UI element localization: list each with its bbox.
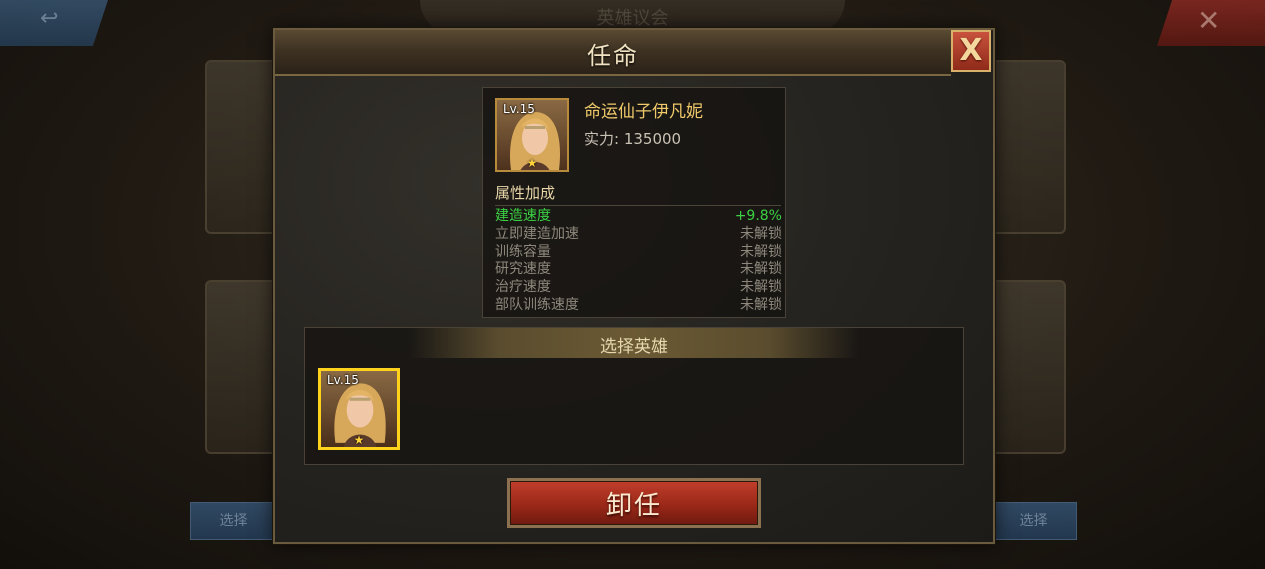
background-close-button: ✕ [1157,0,1265,46]
attribute-value: 未解锁 [740,279,782,296]
hero-slot-selected[interactable]: Lv.15 ★ [318,368,400,450]
background-header-title: 英雄议会 [596,8,669,29]
attribute-name: 治疗速度 [495,279,551,296]
hero-name: 命运仙子伊凡妮 [584,102,703,122]
close-button[interactable]: X [951,30,991,72]
attribute-row: 建造速度 +9.8% [495,208,782,226]
dismiss-button-label: 卸任 [605,490,662,521]
dialog-title: 任命 [587,42,639,70]
select-hero-panel: 选择英雄 Lv.15 ★ [304,327,964,465]
back-arrow-icon: ↩ [40,6,59,31]
background-card [205,280,279,454]
select-hero-title: 选择英雄 [600,337,668,357]
hero-info-panel: Lv.15 ★ 命运仙子伊凡妮 实力: 135000 属性加成 建造速度 +9.… [482,87,786,318]
background-card [992,280,1066,454]
star-icon: ★ [353,433,365,447]
hero-portrait: Lv.15 ★ [495,98,569,172]
attributes-list: 建造速度 +9.8% 立即建造加速 未解锁 训练容量 未解锁 研究速度 未解锁 … [495,208,782,315]
attribute-row: 立即建造加速 未解锁 [495,226,782,244]
attribute-name: 建造速度 [495,208,551,224]
attribute-value: 未解锁 [740,225,782,242]
attribute-name: 立即建造加速 [495,225,579,242]
appoint-dialog: 任命 X Lv.15 ★ 命运仙子伊凡妮 实力: 135000 属性加成 建造速… [273,28,995,544]
hero-power: 实力: 135000 [584,128,681,149]
background-select-button: 选择 [190,502,277,540]
power-value: 135000 [623,130,682,148]
attribute-row: 部队训练速度 未解锁 [495,297,782,315]
attribute-value: 未解锁 [740,296,782,313]
close-icon: X [959,33,983,68]
background-select-button: 选择 [990,502,1077,540]
star-icon: ★ [526,156,538,170]
attributes-divider [495,205,781,206]
dismiss-button[interactable]: 卸任 [507,478,761,528]
dialog-titlebar: 任命 [275,30,951,76]
attributes-title: 属性加成 [495,184,556,202]
background-card [992,60,1066,234]
hero-slot-level: Lv.15 [327,373,359,387]
background-card [205,60,279,234]
attribute-name: 训练容量 [495,243,551,260]
attribute-name: 部队训练速度 [495,296,579,313]
attribute-name: 研究速度 [495,261,551,278]
background-back-button: ↩ [0,0,108,46]
select-hero-header: 选择英雄 [409,328,859,358]
power-label: 实力: [584,130,620,148]
hero-level: Lv.15 [503,102,535,116]
attribute-row: 治疗速度 未解锁 [495,279,782,297]
attribute-value: 未解锁 [740,261,782,278]
close-icon: ✕ [1197,4,1221,37]
attribute-row: 研究速度 未解锁 [495,261,782,279]
attribute-value: 未解锁 [740,243,782,260]
attribute-row: 训练容量 未解锁 [495,244,782,262]
attribute-value: +9.8% [734,208,782,224]
